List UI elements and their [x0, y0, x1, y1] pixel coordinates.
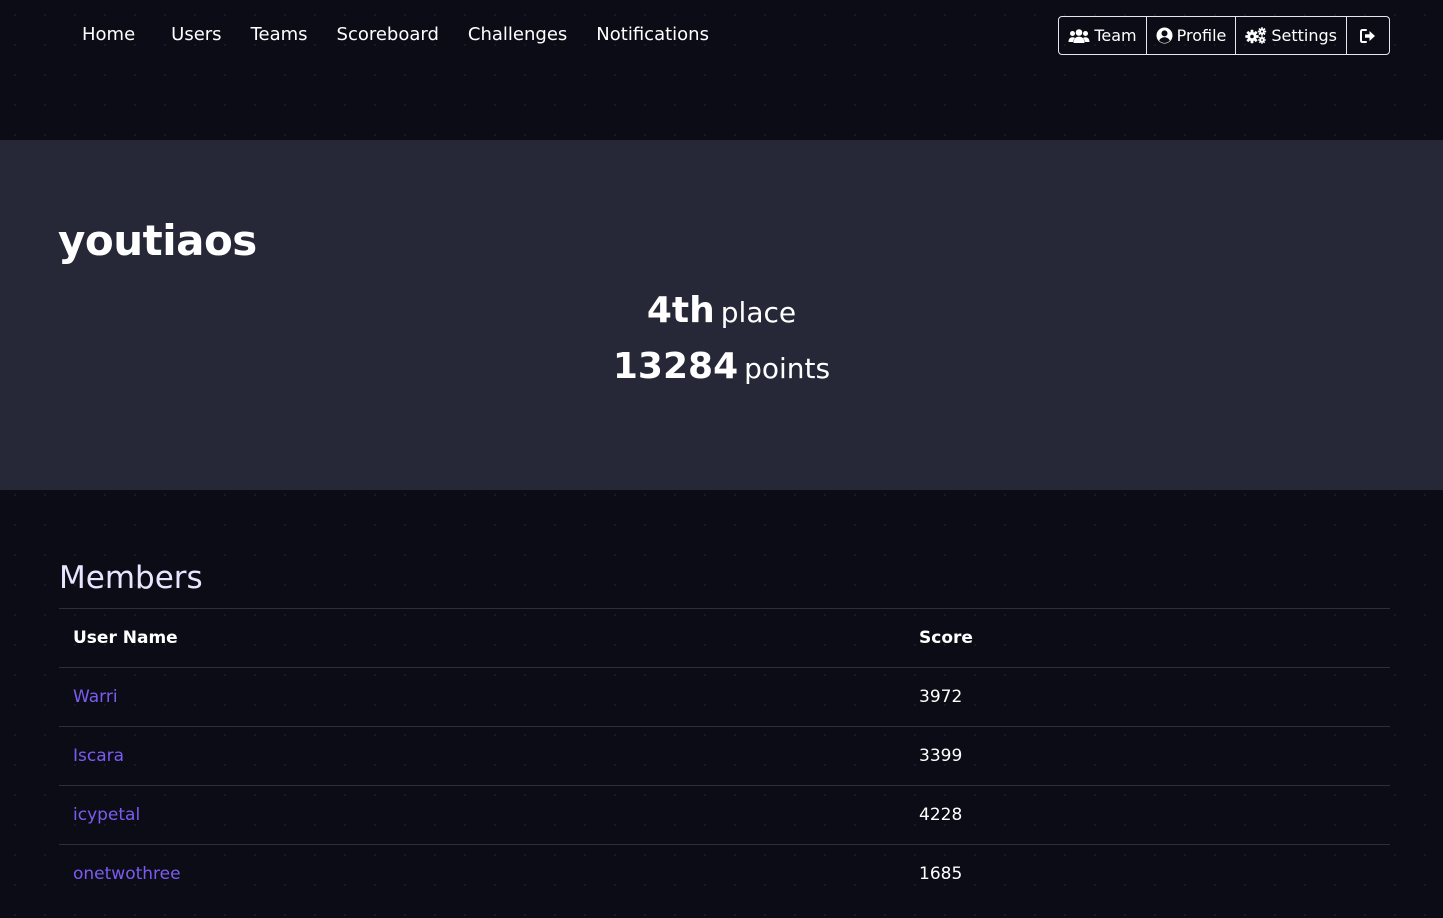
- table-row: Iscara 3399: [59, 726, 1390, 786]
- logout-button[interactable]: [1347, 17, 1389, 54]
- member-name-cell: icypetal: [59, 785, 919, 845]
- members-title: Members: [59, 560, 203, 596]
- nav-link-notifications[interactable]: Notifications: [596, 24, 709, 45]
- nav-link-scoreboard[interactable]: Scoreboard: [337, 24, 439, 45]
- member-score: 3399: [919, 726, 1390, 786]
- member-name-cell: Warri: [59, 667, 919, 727]
- profile-button[interactable]: Profile: [1147, 17, 1237, 54]
- member-score: 1685: [919, 844, 1390, 903]
- member-link[interactable]: Warri: [73, 687, 118, 707]
- member-score: 4228: [919, 785, 1390, 845]
- member-link[interactable]: onetwothree: [73, 864, 181, 884]
- team-button-label: Team: [1094, 26, 1137, 45]
- team-points: 13284 points: [0, 346, 1443, 387]
- team-points-unit: points: [744, 352, 831, 385]
- nav-links: Home Users Teams Scoreboard Challenges N…: [82, 24, 738, 45]
- top-navbar: Home Users Teams Scoreboard Challenges N…: [0, 0, 1443, 140]
- member-name-cell: onetwothree: [59, 844, 919, 903]
- profile-button-label: Profile: [1176, 26, 1227, 45]
- column-header-username: User Name: [59, 608, 919, 668]
- settings-button[interactable]: Settings: [1236, 17, 1347, 54]
- team-place: 4th place: [0, 290, 1443, 331]
- users-icon: [1068, 28, 1094, 44]
- nav-link-home[interactable]: Home: [82, 24, 135, 45]
- member-link[interactable]: Iscara: [73, 746, 124, 766]
- nav-link-teams[interactable]: Teams: [251, 24, 308, 45]
- table-row: icypetal 4228: [59, 785, 1390, 845]
- members-table: User Name Score Warri 3972 Iscara 3399 i…: [59, 608, 1390, 903]
- account-button-group: Team Profile Settings: [1058, 16, 1390, 55]
- member-score: 3972: [919, 667, 1390, 727]
- team-button[interactable]: Team: [1059, 17, 1147, 54]
- team-points-value: 13284: [612, 346, 739, 387]
- user-circle-icon: [1156, 27, 1177, 44]
- nav-link-users[interactable]: Users: [171, 24, 221, 45]
- team-place-value: 4th: [646, 290, 715, 331]
- table-row: Warri 3972: [59, 667, 1390, 727]
- table-row: onetwothree 1685: [59, 844, 1390, 903]
- column-header-score: Score: [919, 608, 1390, 668]
- member-name-cell: Iscara: [59, 726, 919, 786]
- table-header-row: User Name Score: [59, 608, 1390, 668]
- member-link[interactable]: icypetal: [73, 805, 140, 825]
- cogs-icon: [1245, 27, 1271, 44]
- team-header: youtiaos 4th place 13284 points: [0, 140, 1443, 490]
- team-name: youtiaos: [58, 216, 257, 265]
- sign-out-icon: [1360, 28, 1376, 43]
- settings-button-label: Settings: [1271, 26, 1337, 45]
- team-place-unit: place: [720, 296, 797, 329]
- nav-link-challenges[interactable]: Challenges: [468, 24, 567, 45]
